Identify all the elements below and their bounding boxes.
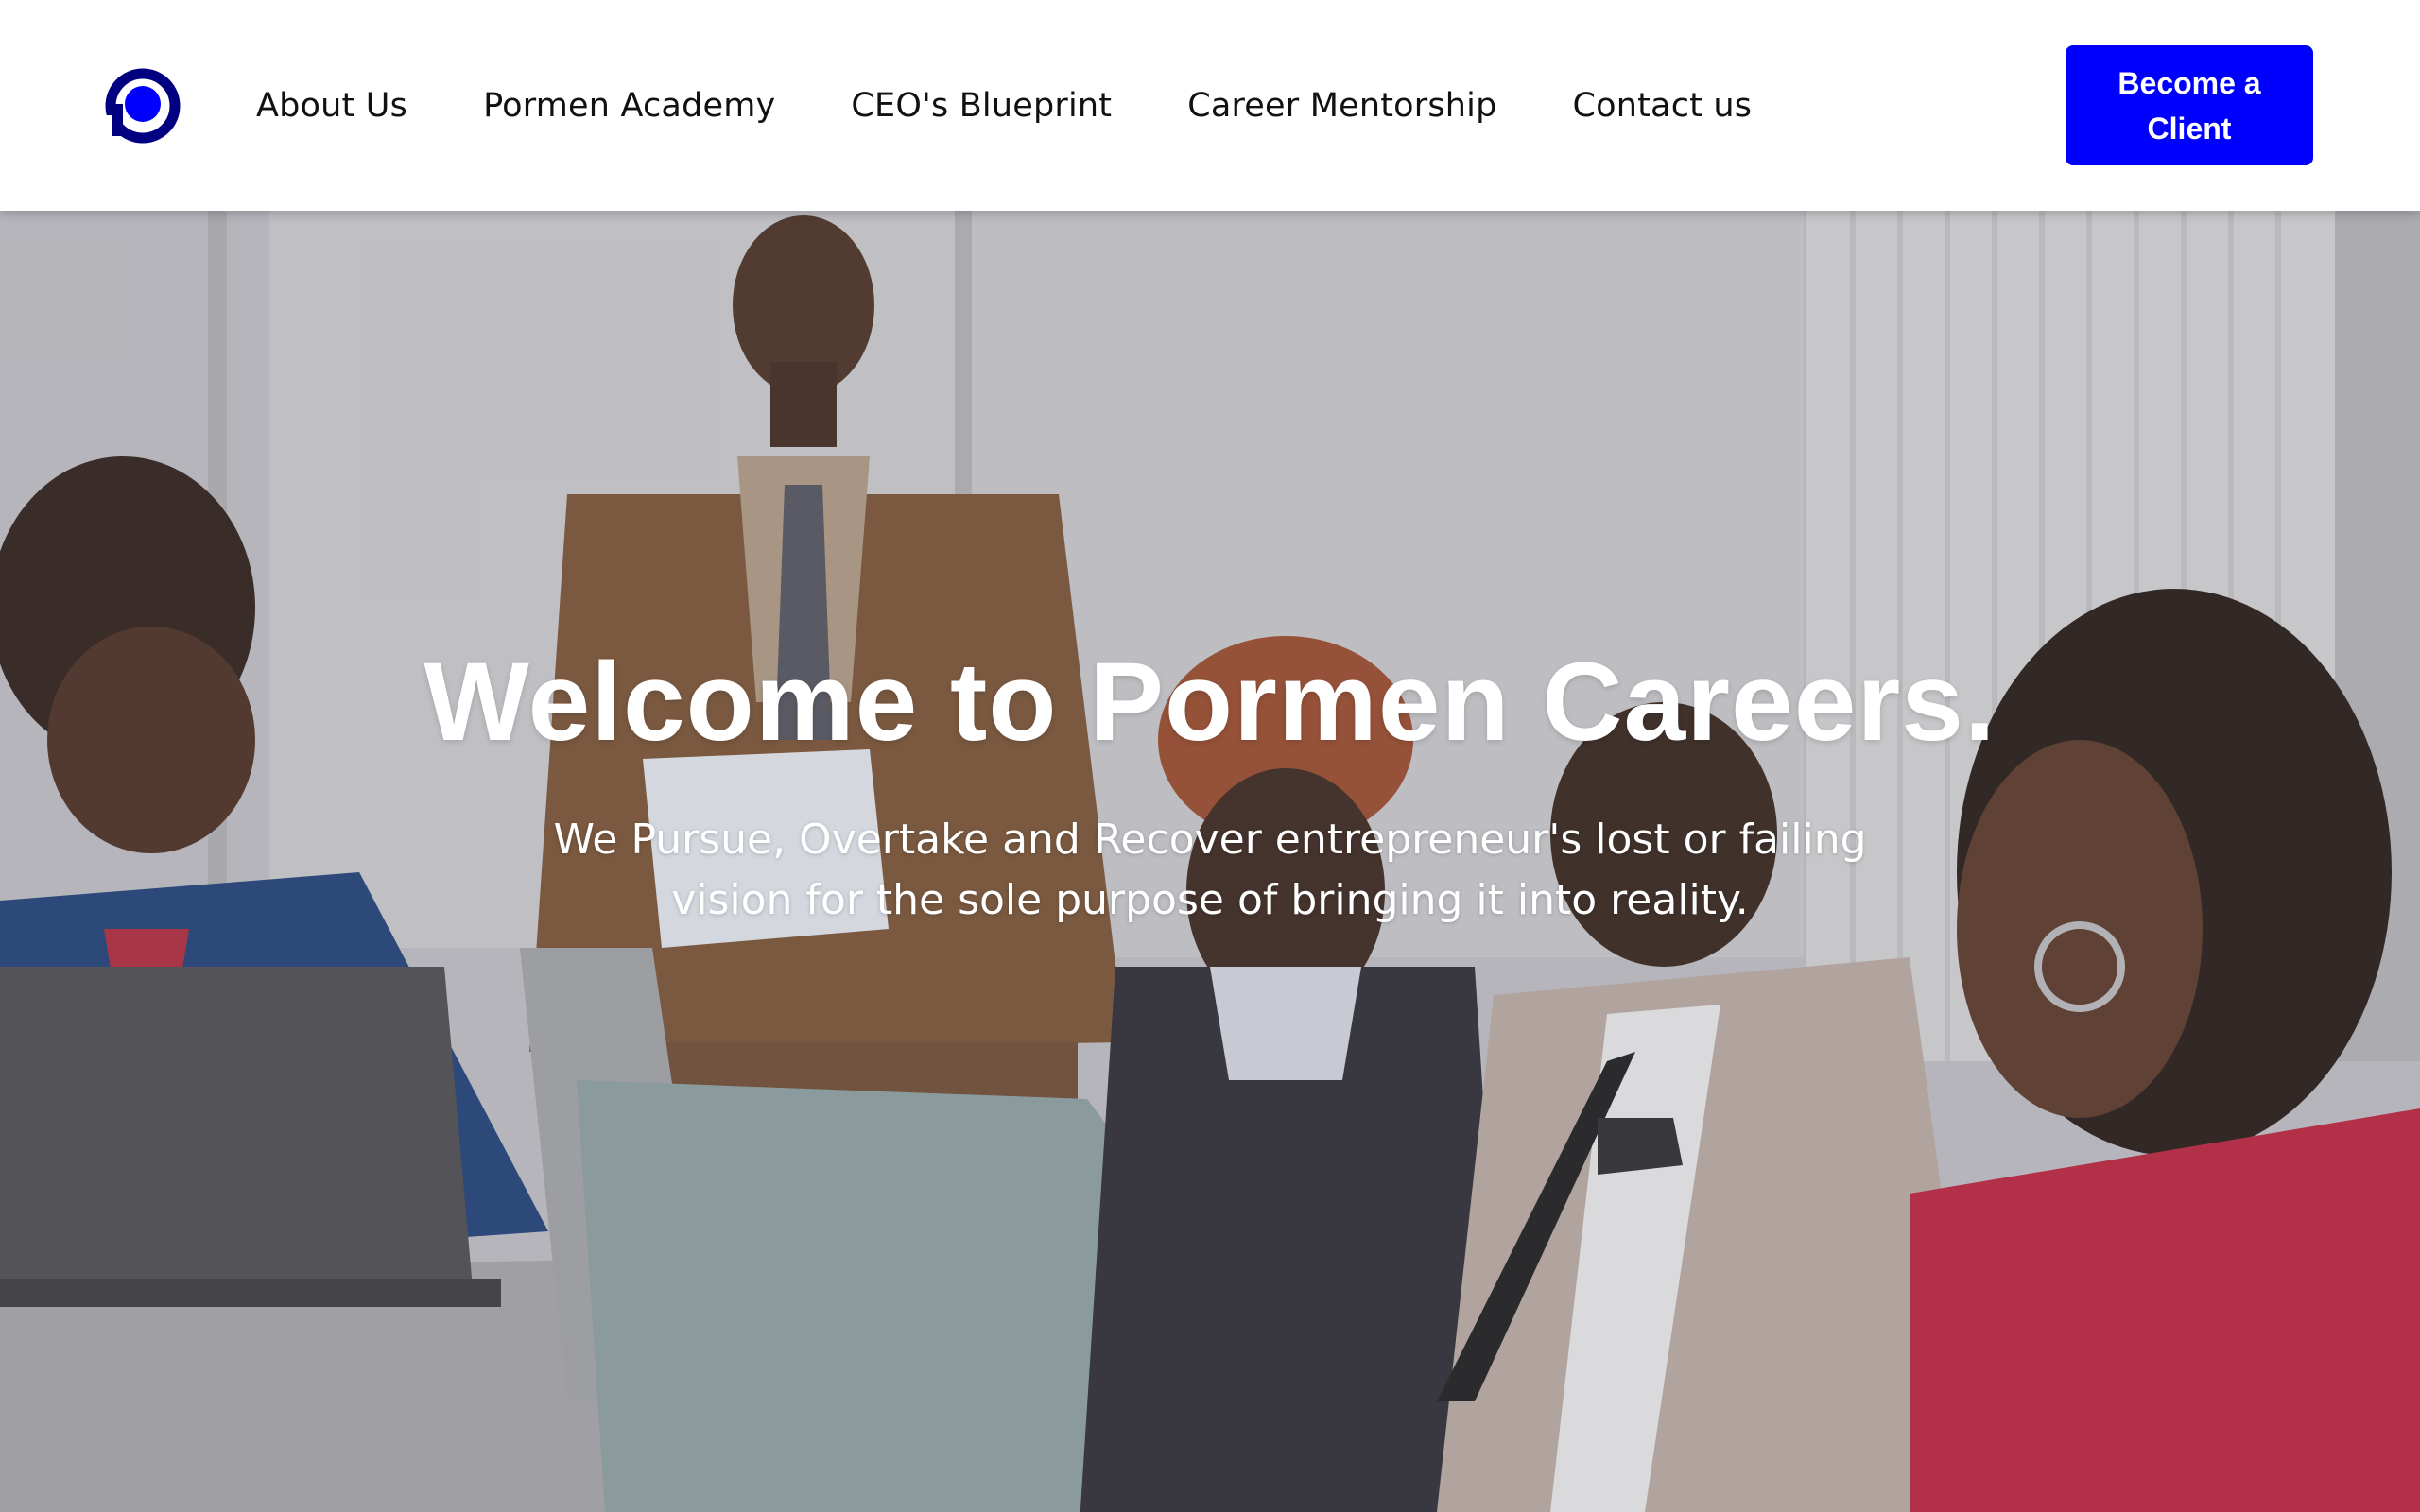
- hero-subtitle: We Pursue, Overtake and Recover entrepre…: [553, 816, 1867, 924]
- nav-link-ceos-blueprint[interactable]: CEO's Blueprint: [851, 87, 1112, 125]
- become-a-client-button[interactable]: Become a Client: [2066, 45, 2313, 165]
- nav-link-career-mentorship[interactable]: Career Mentorship: [1187, 87, 1496, 125]
- nav-link-about-us[interactable]: About Us: [256, 87, 407, 125]
- nav-link-contact-us[interactable]: Contact us: [1573, 87, 1753, 125]
- site-header: About Us Pormen Academy CEO's Blueprint …: [0, 0, 2420, 211]
- pormen-logo-icon[interactable]: [105, 68, 181, 144]
- nav-link-pormen-academy[interactable]: Pormen Academy: [483, 87, 775, 125]
- logo-graphic: [105, 68, 181, 144]
- main-nav: About Us Pormen Academy CEO's Blueprint …: [256, 0, 1752, 211]
- hero-title: Welcome to Pormen Careers.: [424, 640, 1996, 765]
- hero-section: Welcome to Pormen Careers. We Pursue, Ov…: [0, 211, 2420, 1512]
